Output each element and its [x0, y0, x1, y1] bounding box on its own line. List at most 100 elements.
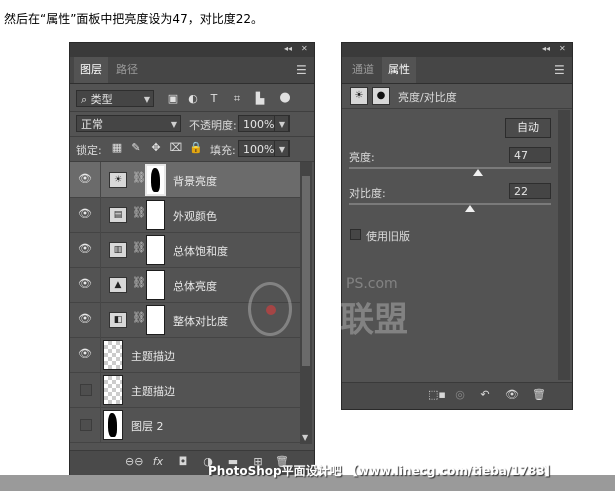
collapse-icon[interactable]: ◂◂: [542, 44, 550, 53]
filter-shape-icon[interactable]: ⌗: [230, 92, 244, 106]
layer-mask-thumbnail[interactable]: [145, 164, 166, 196]
brightness-input[interactable]: 47: [509, 147, 551, 163]
eye-icon[interactable]: 👁: [78, 243, 92, 255]
add-mask-icon[interactable]: ◘: [176, 455, 190, 468]
eye-icon[interactable]: 👁: [78, 208, 92, 220]
brightness-slider-track[interactable]: [349, 167, 551, 169]
layer-thumbnail[interactable]: [103, 410, 123, 440]
auto-button[interactable]: 自动: [505, 118, 551, 138]
opacity-label: 不透明度:: [189, 119, 237, 132]
layer-row[interactable]: 图层 2: [70, 407, 300, 443]
properties-tab-row: 通道 属性 ☰: [342, 57, 572, 84]
lock-image-brush-icon[interactable]: ✎: [129, 141, 143, 154]
brightness-slider-handle[interactable]: [473, 169, 484, 176]
divider: [100, 232, 101, 267]
layer-row[interactable]: 👁 ▥ ⛓ 总体饱和度: [70, 232, 300, 268]
eye-icon[interactable]: 👁: [78, 313, 92, 325]
layer-row[interactable]: 👁 主题描边: [70, 337, 300, 373]
reset-icon[interactable]: ↶: [478, 388, 492, 401]
contrast-slider-track[interactable]: [349, 203, 551, 205]
eye-icon[interactable]: 👁: [78, 348, 92, 360]
contrast-input[interactable]: 22: [509, 183, 551, 199]
layer-name[interactable]: 主题描边: [131, 383, 175, 399]
layers-panel: ◂◂ ✕ 图层 路径 ☰ ⌕ 类型 ▼ ▣ ◐ T ⌗ ▙ ● 正常 ▼ 不透明…: [69, 42, 315, 476]
properties-panel-titlebar: ◂◂ ✕: [342, 43, 572, 57]
tab-channels[interactable]: 通道: [346, 57, 380, 83]
visibility-toggle[interactable]: [80, 419, 92, 431]
clip-to-layer-icon[interactable]: ⬚▪: [428, 388, 446, 401]
tab-layers[interactable]: 图层: [74, 57, 108, 83]
properties-scrollbar[interactable]: [558, 110, 570, 380]
link-icon[interactable]: ⛓: [132, 171, 146, 184]
trash-icon[interactable]: 🗑: [532, 388, 546, 401]
layer-mask-thumbnail[interactable]: [146, 235, 165, 265]
layer-thumbnail[interactable]: [103, 375, 123, 405]
link-icon[interactable]: ⛓: [132, 206, 146, 219]
tab-paths[interactable]: 路径: [110, 57, 144, 83]
close-icon[interactable]: ✕: [559, 44, 566, 53]
layer-name[interactable]: 外观颜色: [173, 208, 217, 224]
visibility-toggle[interactable]: [80, 384, 92, 396]
layer-mask-icon[interactable]: ●: [372, 87, 390, 105]
filter-kind-dropdown[interactable]: ⌕ 类型 ▼: [76, 90, 154, 107]
lock-all-icon[interactable]: 🔒: [189, 141, 203, 154]
eye-icon[interactable]: 👁: [505, 388, 519, 401]
link-icon[interactable]: ⛓: [132, 241, 146, 254]
lock-artboard-icon[interactable]: ⌧: [169, 141, 183, 154]
link-icon[interactable]: ⛓: [132, 276, 146, 289]
fx-icon[interactable]: fx: [151, 455, 165, 468]
layer-mask-thumbnail[interactable]: [146, 200, 165, 230]
fill-value: 100%: [243, 143, 275, 156]
opacity-value: 100%: [243, 118, 275, 131]
filter-type-icon[interactable]: T: [207, 92, 221, 105]
layer-row[interactable]: 👁 ☀ ⛓ 背景亮度: [70, 162, 300, 198]
contrast-slider-handle[interactable]: [465, 205, 476, 212]
search-icon: ⌕: [81, 93, 88, 106]
lock-transparency-icon[interactable]: ▦: [110, 141, 124, 154]
link-icon[interactable]: ⛓: [132, 311, 146, 324]
layer-name[interactable]: 总体饱和度: [173, 243, 228, 259]
eye-icon[interactable]: 👁: [78, 173, 92, 185]
opacity-dropdown-button[interactable]: ▼: [274, 115, 289, 132]
blend-mode-dropdown[interactable]: 正常 ▼: [76, 115, 181, 132]
layer-name[interactable]: 整体对比度: [173, 313, 228, 329]
close-icon[interactable]: ✕: [301, 44, 308, 53]
layer-row[interactable]: 👁 ▤ ⛓ 外观颜色: [70, 197, 300, 233]
lock-label: 锁定:: [76, 144, 102, 157]
fill-dropdown-button[interactable]: ▼: [274, 140, 289, 157]
chevron-down-icon: ▼: [278, 145, 285, 154]
view-previous-state-icon[interactable]: ◎: [453, 388, 467, 401]
use-legacy-label: 使用旧版: [366, 230, 410, 243]
layers-scrollbar[interactable]: ▼: [300, 162, 312, 444]
collapse-icon[interactable]: ◂◂: [284, 44, 292, 53]
layer-name[interactable]: 背景亮度: [173, 173, 217, 189]
filter-kind-label: 类型: [90, 93, 113, 106]
brightness-adjustment-icon: ☀: [109, 172, 127, 188]
tutorial-caption: 然后在“属性”面板中把亮度设为47，对比度22。: [4, 12, 263, 26]
scroll-down-icon[interactable]: ▼: [302, 433, 308, 442]
layer-name[interactable]: 图层 2: [131, 418, 164, 434]
filter-pixel-icon[interactable]: ▣: [166, 92, 180, 105]
chevron-down-icon: ▼: [170, 120, 177, 129]
properties-panel: ◂◂ ✕ 通道 属性 ☰ ☀ ● 亮度/对比度 自动 亮度: 47 对比度: 2…: [341, 42, 573, 410]
use-legacy-checkbox[interactable]: [350, 229, 361, 240]
layer-name[interactable]: 主题描边: [131, 348, 175, 364]
panel-menu-icon[interactable]: ☰: [296, 63, 307, 77]
lock-position-move-icon[interactable]: ✥: [149, 141, 163, 154]
layer-thumbnail[interactable]: [103, 340, 123, 370]
layer-name[interactable]: 总体亮度: [173, 278, 217, 294]
gradient-map-adjustment-icon: ◧: [109, 312, 127, 328]
filter-smart-object-icon[interactable]: ▙: [253, 92, 267, 105]
layer-mask-thumbnail[interactable]: [146, 305, 165, 335]
eye-icon[interactable]: 👁: [78, 278, 92, 290]
panel-menu-icon[interactable]: ☰: [554, 63, 565, 77]
filter-adjustment-icon[interactable]: ◐: [186, 92, 200, 105]
color-balance-adjustment-icon: ▤: [109, 207, 127, 223]
scrollbar-thumb[interactable]: [302, 176, 310, 366]
tab-properties[interactable]: 属性: [382, 57, 416, 83]
link-layers-icon[interactable]: ⊖⊖: [125, 455, 143, 468]
layer-mask-thumbnail[interactable]: [146, 270, 165, 300]
adjustment-name: 亮度/对比度: [398, 91, 457, 104]
filter-toggle-icon[interactable]: ●: [278, 90, 292, 105]
layer-row[interactable]: 主题描边: [70, 372, 300, 408]
